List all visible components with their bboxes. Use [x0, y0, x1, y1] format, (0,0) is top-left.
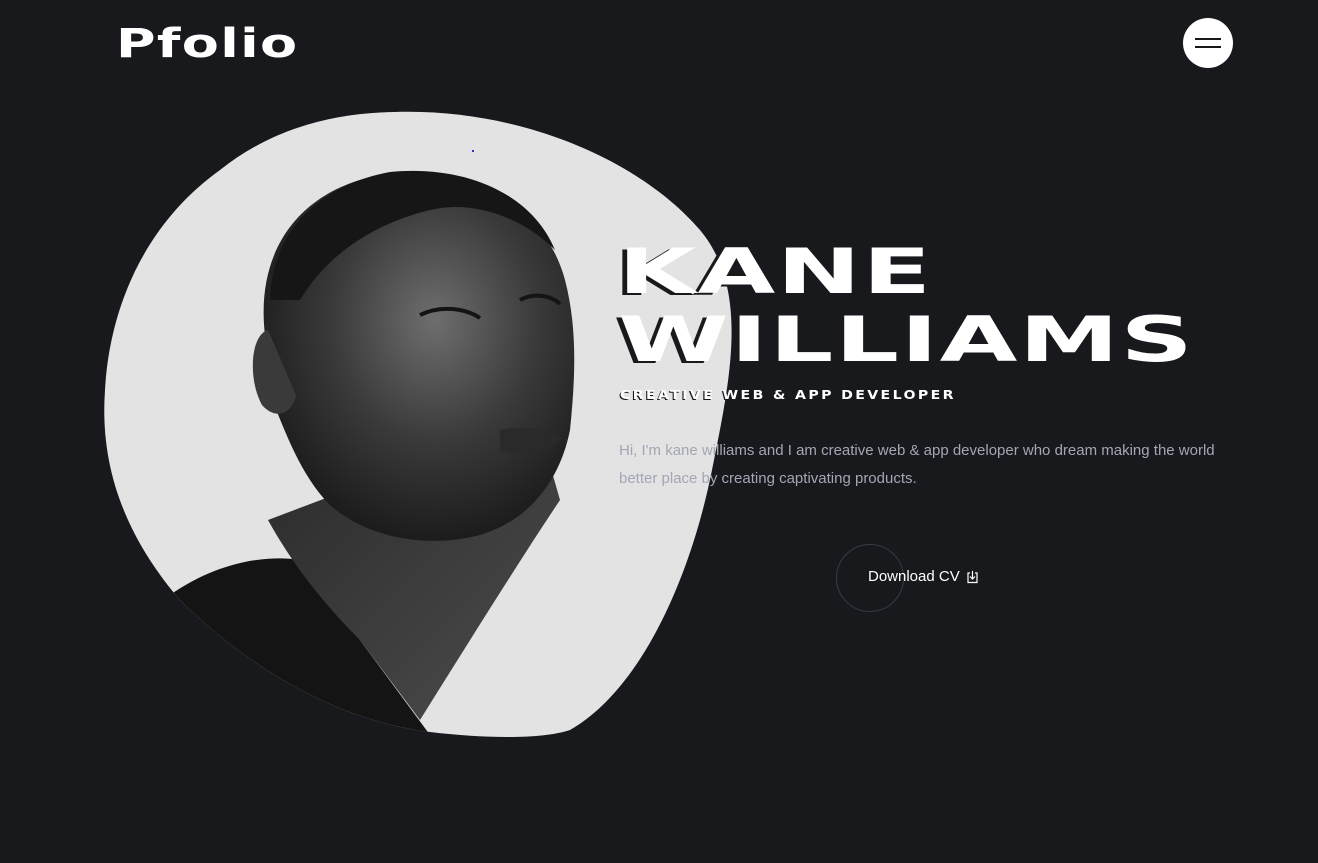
hamburger-menu-icon	[1195, 38, 1221, 40]
hero-portrait	[104, 111, 732, 738]
hero-name: KANE WILLIAMS	[618, 238, 1195, 374]
hero-name-first: KANE	[618, 235, 933, 308]
hero-subtitle: CREATIVE WEB & APP DEVELOPER	[620, 388, 956, 402]
hero-name-last: WILLIAMS	[618, 303, 1195, 376]
menu-button[interactable]	[1183, 18, 1233, 68]
download-cv-label: Download CV	[868, 568, 960, 585]
download-icon	[967, 570, 978, 583]
decorative-dot	[472, 150, 474, 152]
hero-bio: Hi, I'm kane williams and I am creative …	[619, 442, 1215, 487]
portfolio-page: Pfolio KANE WILLIAMS CREATIVE WEB & APP …	[0, 0, 1318, 863]
site-logo[interactable]: Pfolio	[116, 22, 298, 66]
hamburger-menu-icon-line	[1195, 46, 1221, 48]
download-cv-button[interactable]: Download CV	[868, 568, 979, 585]
